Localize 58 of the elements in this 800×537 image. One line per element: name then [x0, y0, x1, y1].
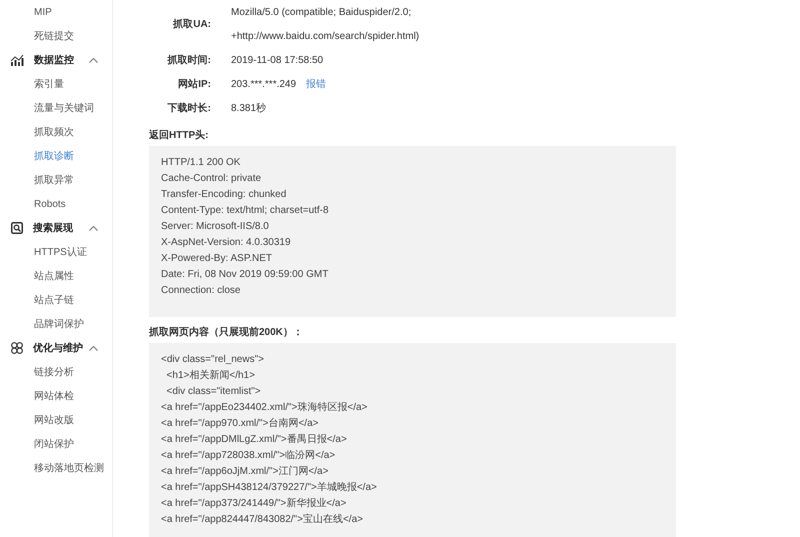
code-line: <div class="itemlist">: [166, 385, 262, 399]
sidebar-item[interactable]: 链接分析: [0, 360, 112, 384]
field-label: 下载时长:: [166, 102, 211, 116]
sidebar-item[interactable]: 网站体检: [0, 384, 112, 408]
code-line: Server: Microsoft-IIS/8.0: [161, 220, 270, 234]
group-heading: 优化与维护: [33, 341, 83, 355]
code-line: HTTP/1.1 200 OK: [161, 156, 242, 170]
field-value: +http://www.baidu.com/search/spider.html): [231, 30, 420, 42]
code-line: X-Powered-By: ASP.NET: [161, 252, 273, 266]
chevron-up-icon[interactable]: [89, 226, 98, 230]
code-line: <a href="/app824447/843082/">宝山在线</a>: [161, 512, 364, 527]
code-line: <a href="/appEo234402.xml/">珠海特区报</a>: [161, 400, 368, 415]
section-title: 抓取网页内容（只展现前200K）：: [149, 325, 304, 340]
field-value: 2019-11-08 17:58:50: [231, 54, 324, 66]
chevron-up-icon[interactable]: [89, 346, 98, 350]
code-line: <a href="/app970.xml/">台南网</a>: [161, 416, 320, 431]
code-line: <a href="/app373/241449/">新华报业</a>: [161, 496, 348, 511]
code-line: <h1>相关新闻</h1>: [166, 368, 256, 383]
code-line: Connection: close: [161, 284, 242, 298]
sidebar-item[interactable]: MIP: [0, 0, 112, 24]
code-line: Date: Fri, 08 Nov 2019 09:59:00 GMT: [161, 268, 330, 282]
sidebar-item[interactable]: 站点子链: [0, 288, 112, 312]
chevron-up-icon[interactable]: [89, 58, 98, 62]
code-line: <a href="/app6oJjM.xml/">江门网</a>: [161, 464, 330, 479]
sidebar-item[interactable]: 抓取异常: [0, 168, 112, 192]
sidebar-item[interactable]: 品牌词保护: [0, 312, 112, 336]
sidebar-item[interactable]: Robots: [0, 192, 112, 216]
sidebar-item[interactable]: 站点属性: [0, 264, 112, 288]
field-label: 抓取时间:: [166, 54, 211, 68]
sidebar-item[interactable]: 死链提交: [0, 24, 112, 48]
report-link[interactable]: 报错: [306, 77, 326, 91]
code-line: Content-Type: text/html; charset=utf-8: [161, 204, 330, 218]
sidebar-item[interactable]: 索引量: [0, 72, 112, 96]
sidebar-item[interactable]: 闭站保护: [0, 432, 112, 456]
group-heading: 搜索展现: [33, 222, 73, 235]
field-value: 8.381秒: [231, 102, 266, 115]
field-value: Mozilla/5.0 (compatible; Baiduspider/2.0;: [231, 6, 412, 18]
sidebar-item[interactable]: HTTPS认证: [0, 240, 112, 264]
field-label: 网站IP:: [177, 78, 211, 92]
group-heading: 数据监控: [34, 54, 74, 67]
search-icon: [11, 222, 23, 234]
sidebar-item[interactable]: 抓取频次: [0, 120, 112, 144]
code-line: <a href="/appSH438124/379227/">羊城晚报</a>: [161, 480, 378, 495]
field-value: 203.***.***.249: [231, 78, 296, 90]
bar-chart-icon: [11, 54, 24, 66]
sidebar-item[interactable]: 移动落地页检测: [0, 456, 112, 480]
code-line: <a href="/app728038.xml/">临汾网</a>: [161, 449, 336, 463]
sidebar-item[interactable]: 流量与关键词: [0, 96, 112, 120]
sidebar-item[interactable]: 网站改版: [0, 408, 112, 432]
code-line: <a href="/appDMlLgZ.xml/">番禺日报</a>: [161, 432, 348, 447]
field-label: 抓取UA:: [172, 18, 211, 32]
sidebar-item[interactable]: 抓取诊断: [0, 144, 112, 168]
code-line: Cache-Control: private: [161, 172, 262, 186]
code-line: Transfer-Encoding: chunked: [161, 188, 288, 202]
section-title: 返回HTTP头:: [149, 128, 210, 143]
code-line: X-AspNet-Version: 4.0.30319: [161, 236, 292, 250]
code-line: <div class="rel_news">: [161, 353, 265, 367]
flower-icon: [11, 342, 23, 354]
